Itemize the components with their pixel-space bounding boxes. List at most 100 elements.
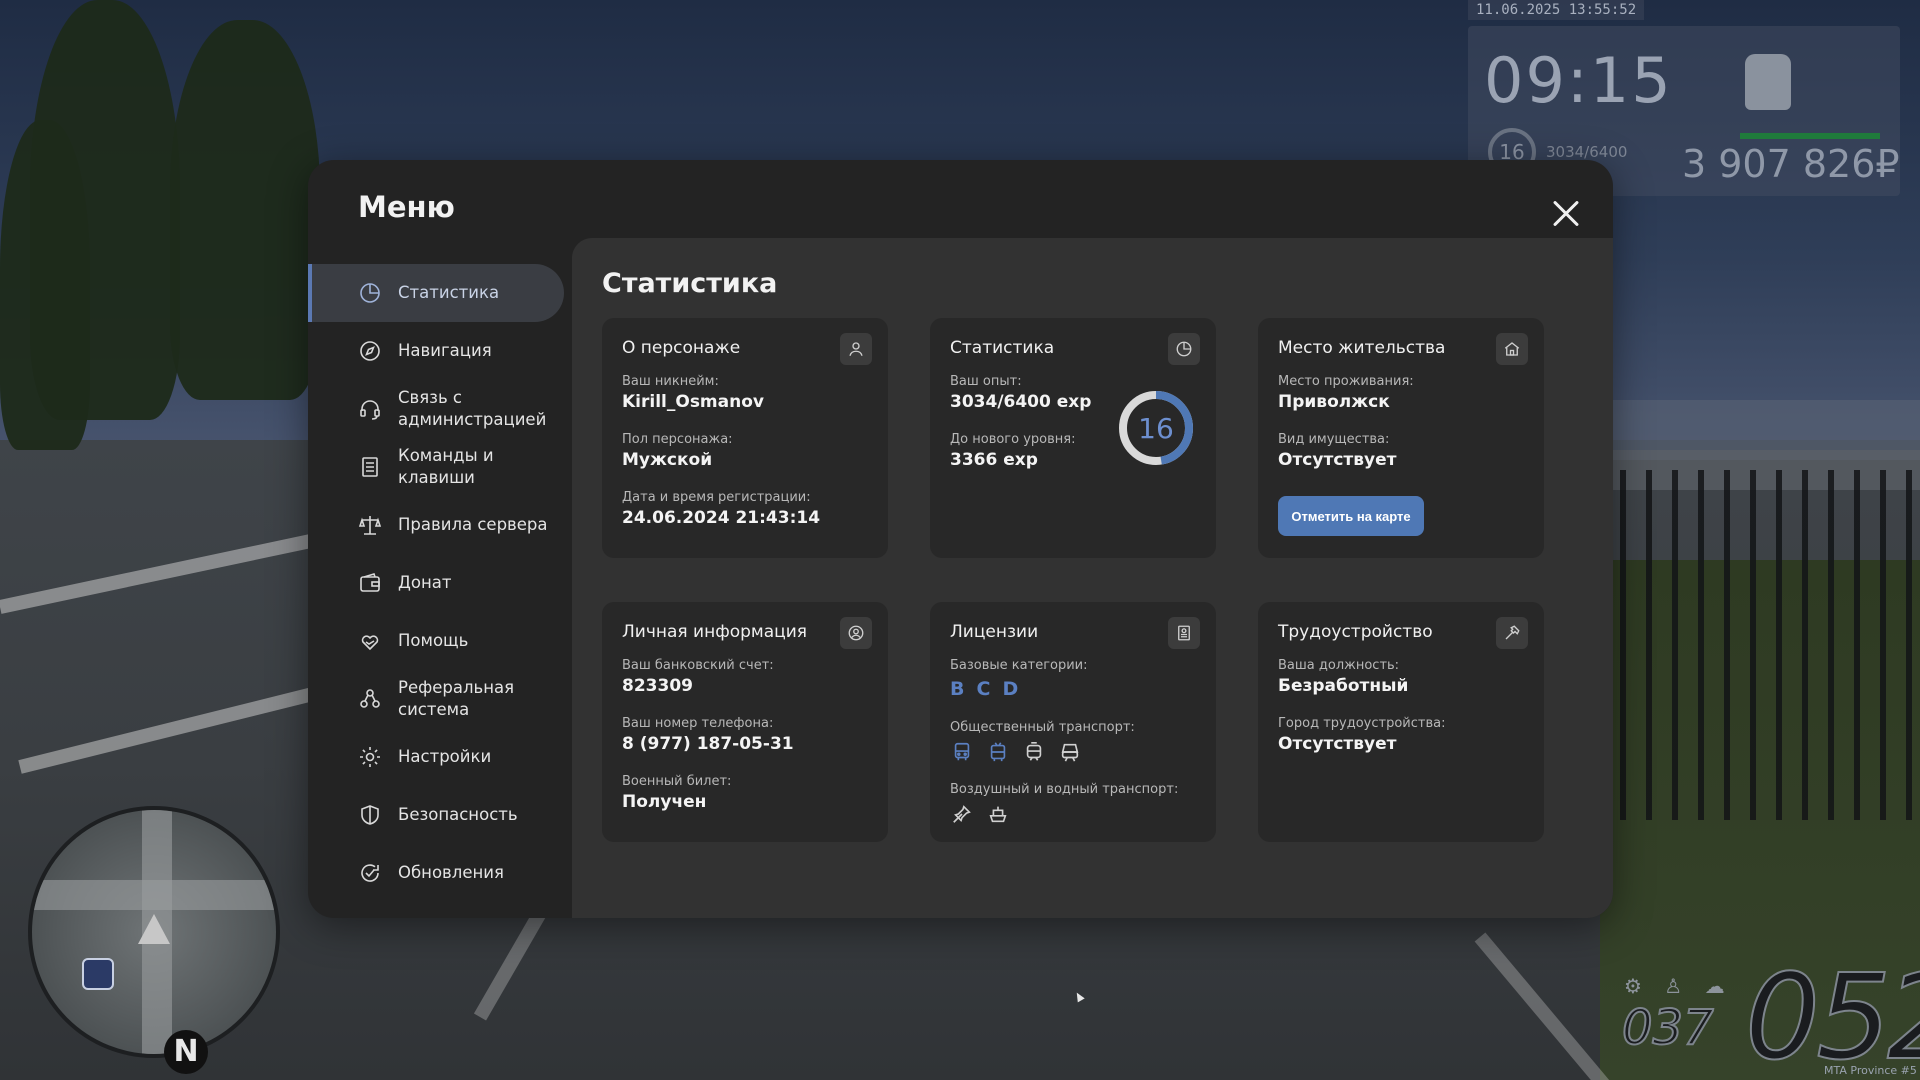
phone-value: 8 (977) 187-05-31 <box>622 734 794 754</box>
card-title: Трудоустройство <box>1278 622 1433 642</box>
public-transport-icons <box>950 740 1082 764</box>
scales-icon <box>358 513 382 537</box>
sidebar-item-label: Обновления <box>398 863 504 882</box>
license-category: B <box>950 678 965 700</box>
health-bar <box>1740 133 1880 139</box>
sidebar-item-rules[interactable]: Правила сервера <box>308 496 564 554</box>
public-transport-label: Общественный транспорт: <box>950 720 1135 735</box>
property-value: Отсутствует <box>1278 450 1397 470</box>
sidebar-item-contact-admin[interactable]: Связь с администрацией <box>308 380 564 438</box>
sidebar-item-label: Безопасность <box>398 805 518 824</box>
sidebar-item-statistics[interactable]: Статистика <box>308 264 564 322</box>
nickname-value: Kirill_Osmanov <box>622 392 764 412</box>
car-marker-icon <box>82 958 114 990</box>
heart-hand-icon <box>358 629 382 653</box>
card-title: О персонаже <box>622 338 741 358</box>
level-value: 16 <box>1138 411 1174 445</box>
menu-window: Меню Статистика Навигация Связь с админи… <box>308 160 1613 918</box>
sidebar-item-label: Команды и клавиши <box>398 446 494 487</box>
residence-label: Место проживания: <box>1278 374 1414 389</box>
military-id-value: Получен <box>622 792 707 812</box>
sidebar-item-label: Статистика <box>398 283 500 302</box>
next-level-label: До нового уровня: <box>950 432 1076 447</box>
mark-on-map-button[interactable]: Отметить на карте <box>1278 496 1424 536</box>
position-label: Ваша должность: <box>1278 658 1400 673</box>
compass-icon <box>358 339 382 363</box>
exp-label: Ваш опыт: <box>950 374 1022 389</box>
residence-value: Приволжск <box>1278 392 1390 412</box>
sidebar-item-security[interactable]: Безопасность <box>308 786 564 844</box>
card-title: Личная информация <box>622 622 808 642</box>
card-title: Статистика <box>950 338 1055 358</box>
license-categories: B C D <box>950 678 1018 700</box>
sidebar: Статистика Навигация Связь с администрац… <box>308 264 564 902</box>
air-water-transport-label: Воздушный и водный транспорт: <box>950 782 1179 797</box>
vehicle-status-icons: ⚙ ♙ ☁ <box>1624 974 1733 998</box>
card-title: Место жительства <box>1278 338 1446 358</box>
sidebar-item-referral[interactable]: Реферальная система <box>308 670 564 728</box>
gear-icon <box>358 745 382 769</box>
base-categories-label: Базовые категории: <box>950 658 1088 673</box>
id-card-icon <box>1168 617 1200 649</box>
registration-value: 24.06.2024 21:43:14 <box>622 508 821 528</box>
house-icon <box>1496 333 1528 365</box>
tree <box>30 0 180 420</box>
card-statistics: Статистика Ваш опыт: 3034/6400 exp До но… <box>930 318 1216 558</box>
position-value: Безработный <box>1278 676 1409 696</box>
sidebar-item-updates[interactable]: Обновления <box>308 844 564 902</box>
server-label: MTA Province #5 <box>1824 1064 1917 1077</box>
ship-icon <box>986 802 1010 826</box>
property-label: Вид имущества: <box>1278 432 1390 447</box>
menu-title: Меню <box>358 190 455 224</box>
content-panel: Статистика О персонаже Ваш никнейм: Kiri… <box>572 238 1613 918</box>
sidebar-item-navigation[interactable]: Навигация <box>308 322 564 380</box>
license-category: D <box>1002 678 1019 700</box>
card-licenses: Лицензии Базовые категории: B C D Общест… <box>930 602 1216 842</box>
document-list-icon <box>358 455 382 479</box>
sidebar-item-label: Навигация <box>398 341 492 360</box>
registration-label: Дата и время регистрации: <box>622 490 811 505</box>
fence <box>1620 470 1920 820</box>
headset-icon <box>358 397 382 421</box>
pie-chart-icon <box>1168 333 1200 365</box>
wallet-icon <box>358 571 382 595</box>
hud-exp: 3034/6400 <box>1546 143 1628 161</box>
sidebar-item-label: Помощь <box>398 631 469 650</box>
employment-city-value: Отсутствует <box>1278 734 1397 754</box>
sidebar-item-label: Реферальная система <box>398 678 515 719</box>
trolleybus-icon <box>986 740 1010 764</box>
player-arrow-icon <box>138 914 170 944</box>
gender-value: Мужской <box>622 450 713 470</box>
sidebar-item-label: Донат <box>398 573 452 592</box>
sidebar-item-help[interactable]: Помощь <box>308 612 564 670</box>
hammer-icon <box>1496 617 1528 649</box>
refresh-check-icon <box>358 861 382 885</box>
sidebar-item-commands[interactable]: Команды и клавиши <box>308 438 564 496</box>
user-icon <box>840 333 872 365</box>
close-icon[interactable] <box>1546 194 1586 234</box>
compass-north: N <box>164 1030 208 1074</box>
military-id-label: Военный билет: <box>622 774 732 789</box>
user-circle-icon <box>840 617 872 649</box>
sidebar-item-label: Настройки <box>398 747 492 766</box>
exp-value: 3034/6400 exp <box>950 392 1092 412</box>
hud-datetime: 11.06.2025 13:55:52 <box>1468 0 1645 20</box>
sidebar-item-label: Правила сервера <box>398 515 548 534</box>
speedometer: 052 <box>1744 947 1920 1080</box>
next-level-value: 3366 exp <box>950 450 1038 470</box>
train-icon <box>1058 740 1082 764</box>
card-personal-info: Личная информация Ваш банковский счет: 8… <box>602 602 888 842</box>
card-residence: Место жительства Место проживания: Приво… <box>1258 318 1544 558</box>
hud-clock: 09:15 <box>1484 44 1673 117</box>
shield-icon <box>358 803 382 827</box>
fist-icon <box>1745 54 1791 110</box>
referral-icon <box>358 687 382 711</box>
sidebar-item-donate[interactable]: Донат <box>308 554 564 612</box>
card-character: О персонаже Ваш никнейм: Kirill_Osmanov … <box>602 318 888 558</box>
air-water-transport-icons <box>950 802 1010 826</box>
sidebar-item-settings[interactable]: Настройки <box>308 728 564 786</box>
bus-icon <box>950 740 974 764</box>
license-category: C <box>976 678 991 700</box>
sidebar-item-label: Связь с администрацией <box>398 388 547 429</box>
bank-account-label: Ваш банковский счет: <box>622 658 774 673</box>
